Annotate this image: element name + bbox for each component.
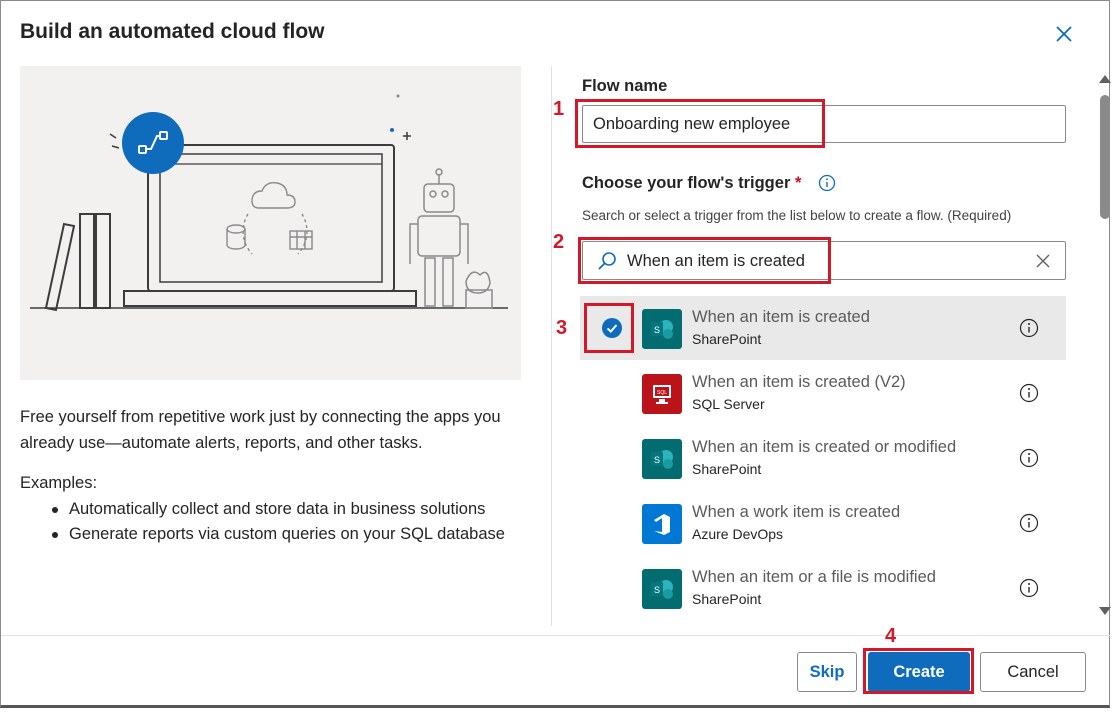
build-flow-dialog: Build an automated cloud flow Free yours… (0, 0, 1111, 708)
example-item: Generate reports via custom queries on y… (50, 522, 520, 547)
examples-list: Automatically collect and store data in … (50, 497, 520, 547)
create-button[interactable]: Create (868, 652, 970, 692)
trigger-connector: SharePoint (692, 331, 762, 347)
sharepoint-icon: S (642, 309, 682, 349)
info-icon[interactable] (1019, 318, 1039, 338)
azure-devops-icon (642, 504, 682, 544)
svg-text:S: S (654, 585, 660, 595)
clear-search-icon[interactable] (1035, 253, 1051, 269)
laptop-illustration (30, 94, 508, 312)
annotation-number: 3 (556, 317, 568, 339)
panel-divider (551, 66, 552, 626)
trigger-search-box[interactable] (582, 241, 1066, 280)
svg-text:S: S (654, 455, 660, 465)
trigger-item[interactable]: S When an item or a file is modified Sha… (580, 556, 1066, 620)
trigger-item[interactable]: S When an item is created SharePoint (580, 296, 1066, 360)
trigger-name: When a work item is created (692, 503, 901, 521)
trigger-label: Choose your flow's trigger * (582, 174, 801, 193)
info-icon[interactable] (1019, 578, 1039, 598)
dialog-description: Free yourself from repetitive work just … (20, 408, 501, 452)
trigger-item[interactable]: When a work item is created Azure DevOps (580, 491, 1066, 555)
sharepoint-icon: S (642, 439, 682, 479)
trigger-connector: SharePoint (692, 591, 762, 607)
trigger-connector: SQL Server (692, 396, 765, 412)
sharepoint-icon: S (642, 569, 682, 609)
scroll-down-arrow[interactable] (1099, 607, 1111, 615)
trigger-name: When an item is created (V2) (692, 373, 906, 391)
flow-name-input[interactable] (582, 105, 1066, 143)
trigger-item[interactable]: S When an item is created or modified Sh… (580, 426, 1066, 490)
trigger-name: When an item is created (692, 308, 870, 326)
trigger-search-input[interactable] (627, 248, 1007, 274)
annotation-number: 1 (553, 98, 565, 120)
trigger-hint: Search or select a trigger from the list… (582, 208, 1012, 223)
scroll-up-arrow[interactable] (1099, 75, 1111, 83)
sql-server-icon: SQL (642, 374, 682, 414)
skip-button[interactable]: Skip (797, 652, 857, 692)
scrollbar-thumb[interactable] (1100, 95, 1110, 219)
info-icon[interactable] (1019, 448, 1039, 468)
trigger-connector: Azure DevOps (692, 526, 784, 542)
trigger-item[interactable]: SQL When an item is created (V2) SQL Ser… (580, 361, 1066, 425)
footer-divider (1, 635, 1111, 636)
cancel-button[interactable]: Cancel (980, 652, 1086, 692)
hero-illustration (20, 66, 521, 380)
info-icon[interactable] (1019, 513, 1039, 533)
svg-text:SQL: SQL (657, 390, 667, 396)
info-icon[interactable] (818, 174, 836, 192)
trigger-name: When an item is created or modified (692, 438, 957, 456)
annotation-number: 4 (885, 625, 897, 647)
info-icon[interactable] (1019, 383, 1039, 403)
example-item: Automatically collect and store data in … (50, 497, 520, 522)
trigger-label-text: Choose your flow's trigger (582, 174, 791, 192)
close-icon[interactable] (1053, 23, 1075, 45)
dialog-title: Build an automated cloud flow (20, 20, 325, 43)
required-mark: * (794, 174, 802, 192)
flow-name-label: Flow name (582, 77, 668, 95)
annotation-number: 2 (553, 231, 565, 253)
svg-text:S: S (654, 325, 660, 335)
check-icon[interactable] (602, 318, 622, 338)
trigger-connector: SharePoint (692, 461, 762, 477)
trigger-name: When an item or a file is modified (692, 568, 936, 586)
examples-heading: Examples: (20, 474, 98, 492)
search-icon (598, 252, 616, 270)
